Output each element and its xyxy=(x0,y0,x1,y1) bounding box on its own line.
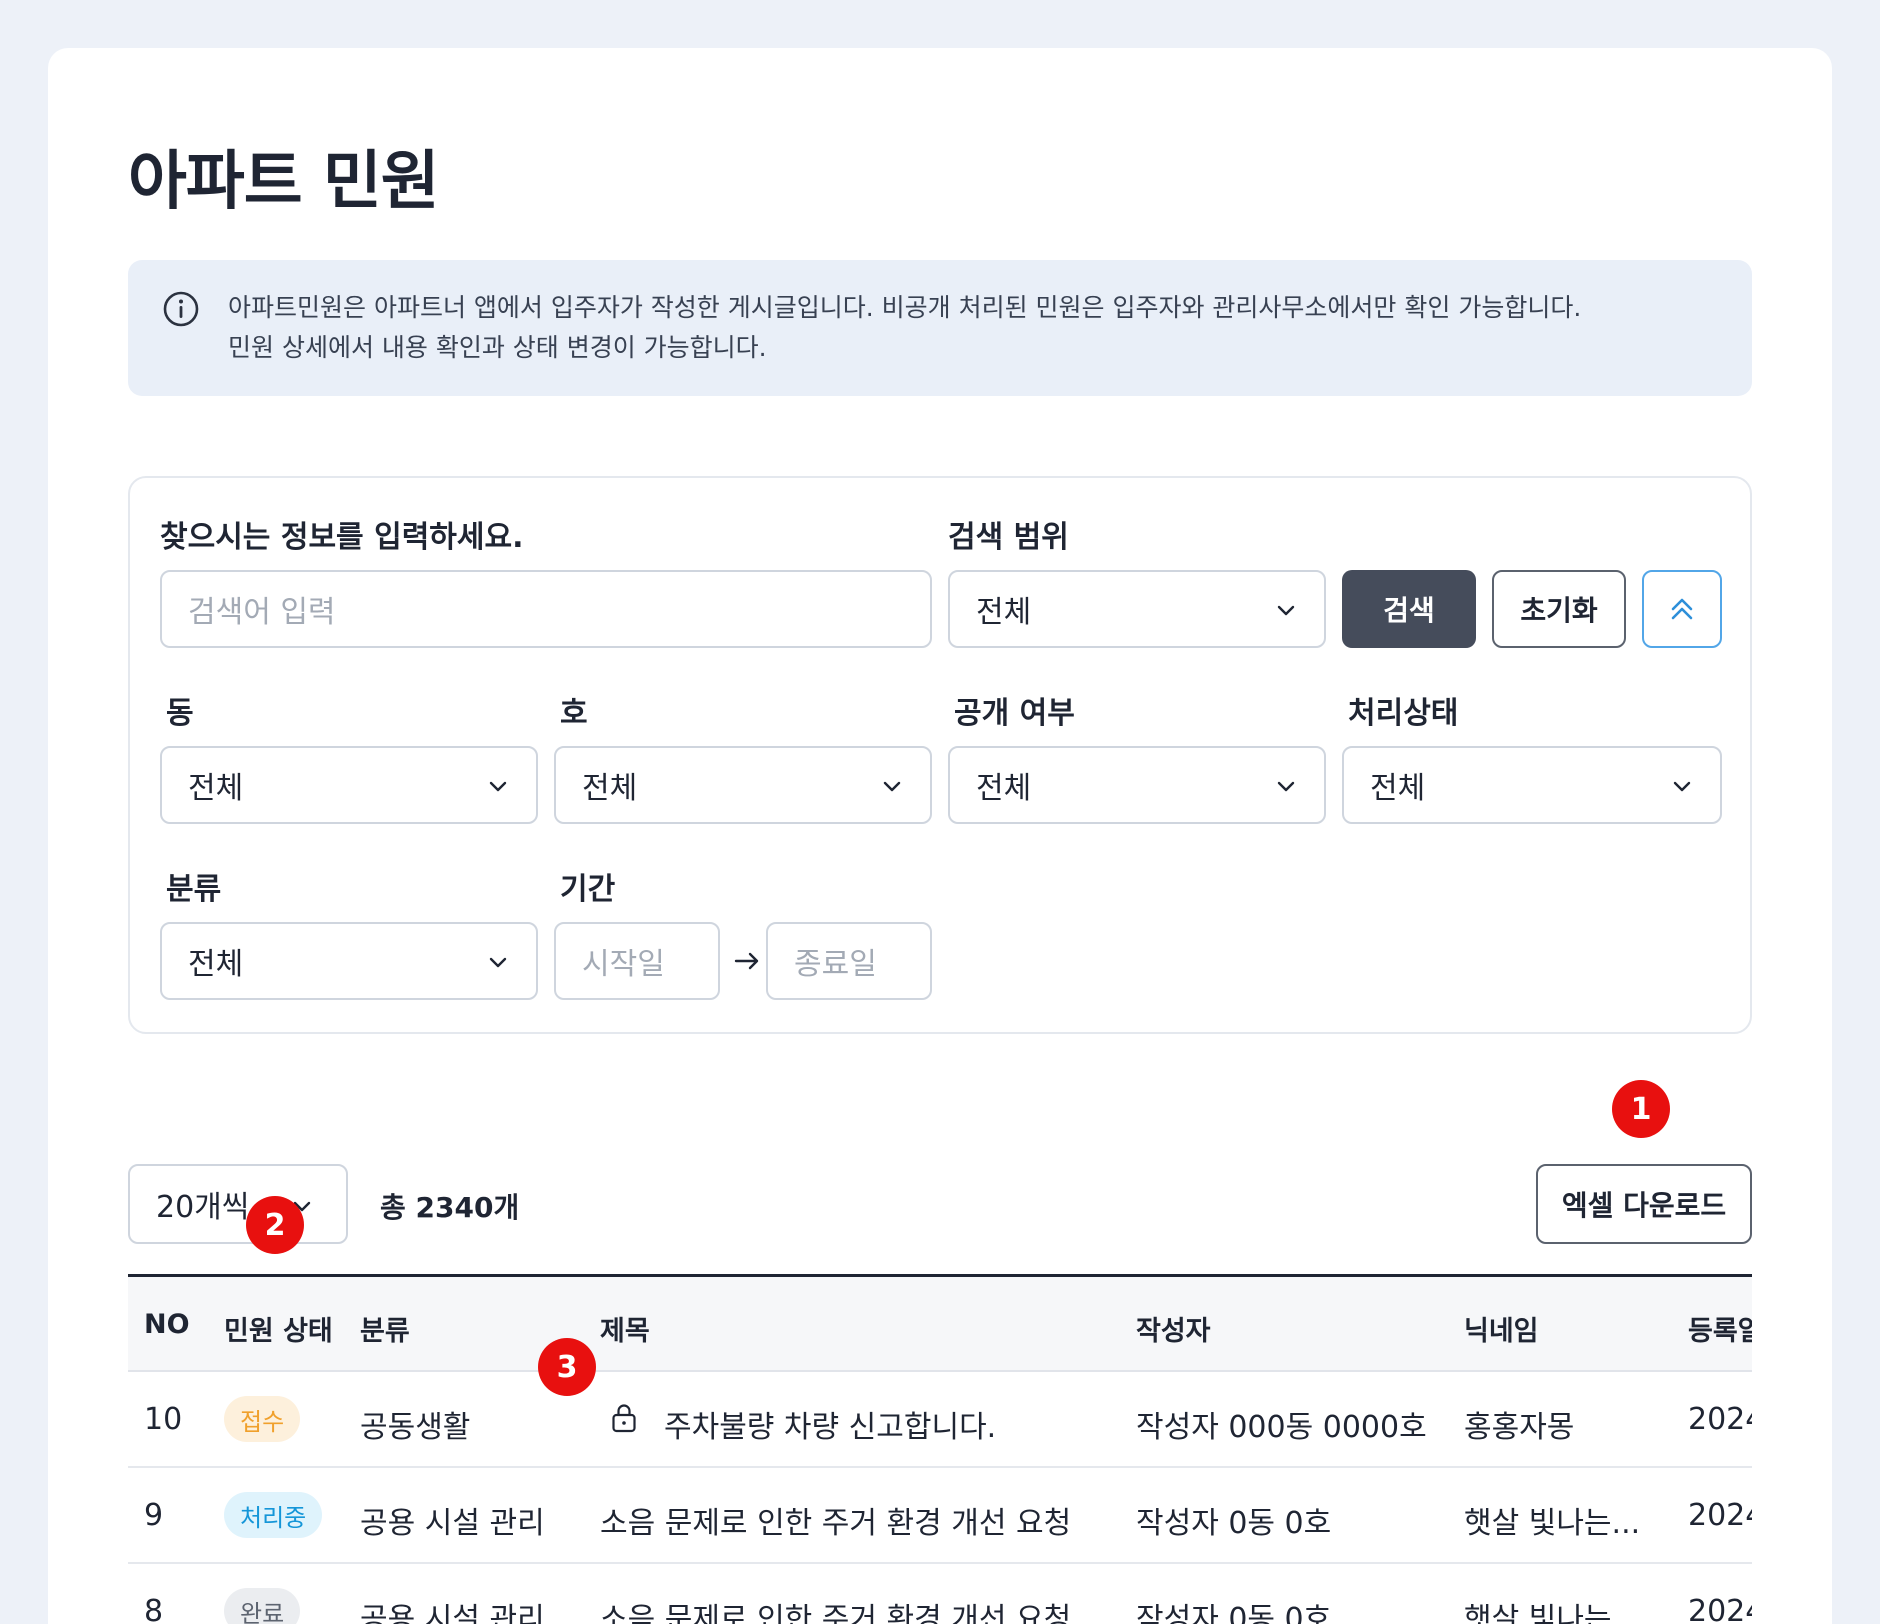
dong-label: 동 xyxy=(166,696,194,731)
header-date: 등록일 xyxy=(1688,1316,1752,1347)
chevron-down-icon xyxy=(1673,781,1691,792)
header-author: 작성자 xyxy=(1136,1316,1211,1347)
cell-title[interactable]: 소음 문제로 인한 주거 환경 개선 요청 xyxy=(600,1498,1071,1542)
header-nickname: 닉네임 xyxy=(1464,1316,1539,1347)
annotation-marker-2: 2 xyxy=(246,1196,304,1254)
cell-nickname: 홍홍자몽 xyxy=(1464,1410,1575,1445)
cell-no: 10 xyxy=(144,1402,183,1437)
ho-label: 호 xyxy=(560,696,588,731)
cell-title[interactable]: 소음 문제로 인한 주거 환경 개선 요청 xyxy=(600,1594,1071,1624)
notice-line-1: 아파트민원은 아파트너 앱에서 입주자가 작성한 게시글입니다. 비공개 처리된… xyxy=(228,293,1582,322)
lock-icon xyxy=(612,1404,636,1433)
header-status: 민원 상태 xyxy=(224,1316,333,1347)
header-title: 제목 xyxy=(600,1316,650,1347)
per-page-value: 20개씩 xyxy=(156,1190,250,1225)
public-select[interactable]: 전체 xyxy=(948,746,1326,824)
ho-select[interactable]: 전체 xyxy=(554,746,932,824)
status-badge-done: 완료 xyxy=(224,1588,301,1624)
cell-no: 8 xyxy=(144,1594,164,1624)
annotation-marker-3: 3 xyxy=(538,1338,596,1396)
cell-category: 공용 시설 관리 xyxy=(360,1602,545,1624)
ho-select-value: 전체 xyxy=(582,771,638,806)
collapse-filter-button[interactable] xyxy=(1642,570,1722,648)
excel-download-button[interactable]: 엑셀 다운로드 xyxy=(1536,1164,1752,1244)
page-title: 아파트 민원 xyxy=(128,145,440,219)
status-select[interactable]: 전체 xyxy=(1342,746,1722,824)
cell-nickname: 햇살 빛나는... xyxy=(1464,1602,1641,1624)
header-category: 분류 xyxy=(360,1316,410,1347)
end-date-input[interactable]: 종료일 xyxy=(766,922,932,1000)
cell-category: 공용 시설 관리 xyxy=(360,1506,545,1541)
search-button[interactable]: 검색 xyxy=(1342,570,1476,648)
arrow-right-icon xyxy=(734,952,759,970)
scope-select[interactable]: 전체 xyxy=(948,570,1326,648)
table-row[interactable]: 8 완료 공용 시설 관리 소음 문제로 인한 주거 환경 개선 요청 작성자 … xyxy=(128,1564,1752,1624)
cell-category: 공동생활 xyxy=(360,1410,471,1445)
cell-title[interactable]: 주차불량 차량 신고합니다. xyxy=(664,1402,996,1446)
table-header: NO 민원 상태 분류 제목 작성자 닉네임 등록일 xyxy=(128,1274,1752,1372)
double-chevron-up-icon xyxy=(1671,598,1693,620)
info-notice: 아파트민원은 아파트너 앱에서 입주자가 작성한 게시글입니다. 비공개 처리된… xyxy=(128,260,1752,396)
public-label: 공개 여부 xyxy=(954,696,1075,731)
cell-date: 2024 xyxy=(1688,1402,1752,1437)
cell-date: 2024 xyxy=(1688,1498,1752,1533)
annotation-marker-1: 1 xyxy=(1612,1080,1670,1138)
category-select-value: 전체 xyxy=(188,947,244,982)
reset-button[interactable]: 초기화 xyxy=(1492,570,1626,648)
chevron-down-icon xyxy=(1277,605,1295,616)
total-count: 총 2340개 xyxy=(380,1191,520,1224)
status-badge-received: 접수 xyxy=(224,1396,301,1442)
cell-no: 9 xyxy=(144,1498,164,1533)
search-filter-panel: 찾으시는 정보를 입력하세요. 검색 범위 검색어 입력 전체 검색 초기화 동… xyxy=(128,476,1752,1034)
dong-select[interactable]: 전체 xyxy=(160,746,538,824)
list-toolbar: 20개씩 총 2340개 엑셀 다운로드 xyxy=(128,1164,1752,1244)
table-row[interactable]: 9 처리중 공용 시설 관리 소음 문제로 인한 주거 환경 개선 요청 작성자… xyxy=(128,1468,1752,1564)
search-label: 찾으시는 정보를 입력하세요. xyxy=(160,520,524,555)
complaint-table: NO 민원 상태 분류 제목 작성자 닉네임 등록일 10 접수 공동생활 주차… xyxy=(128,1274,1752,1624)
start-date-input[interactable]: 시작일 xyxy=(554,922,720,1000)
status-select-value: 전체 xyxy=(1370,771,1426,806)
chevron-down-icon xyxy=(489,957,507,968)
info-icon xyxy=(163,291,199,327)
scope-select-value: 전체 xyxy=(976,595,1032,630)
status-label: 처리상태 xyxy=(1348,696,1459,731)
dong-select-value: 전체 xyxy=(188,771,244,806)
period-label: 기간 xyxy=(560,872,616,907)
header-no: NO xyxy=(144,1309,190,1340)
public-select-value: 전체 xyxy=(976,771,1032,806)
cell-author: 작성자 000동 0000호 xyxy=(1136,1410,1427,1445)
main-card: 아파트 민원 아파트민원은 아파트너 앱에서 입주자가 작성한 게시글입니다. … xyxy=(48,48,1832,1624)
category-select[interactable]: 전체 xyxy=(160,922,538,1000)
status-badge-in-progress: 처리중 xyxy=(224,1492,323,1538)
per-page-select[interactable]: 20개씩 xyxy=(128,1164,348,1244)
table-row[interactable]: 10 접수 공동생활 주차불량 차량 신고합니다. 작성자 000동 0000호… xyxy=(128,1372,1752,1468)
notice-line-2: 민원 상세에서 내용 확인과 상태 변경이 가능합니다. xyxy=(228,333,767,362)
chevron-down-icon xyxy=(883,781,901,792)
chevron-down-icon xyxy=(489,781,507,792)
search-input[interactable]: 검색어 입력 xyxy=(160,570,932,648)
category-label: 분류 xyxy=(166,872,222,907)
cell-nickname: 햇살 빛나는... xyxy=(1464,1506,1641,1541)
cell-author: 작성자 0동 0호 xyxy=(1136,1602,1332,1624)
scope-label: 검색 범위 xyxy=(948,520,1069,555)
cell-author: 작성자 0동 0호 xyxy=(1136,1506,1332,1541)
cell-date: 2024 xyxy=(1688,1594,1752,1624)
chevron-down-icon xyxy=(1277,781,1295,792)
